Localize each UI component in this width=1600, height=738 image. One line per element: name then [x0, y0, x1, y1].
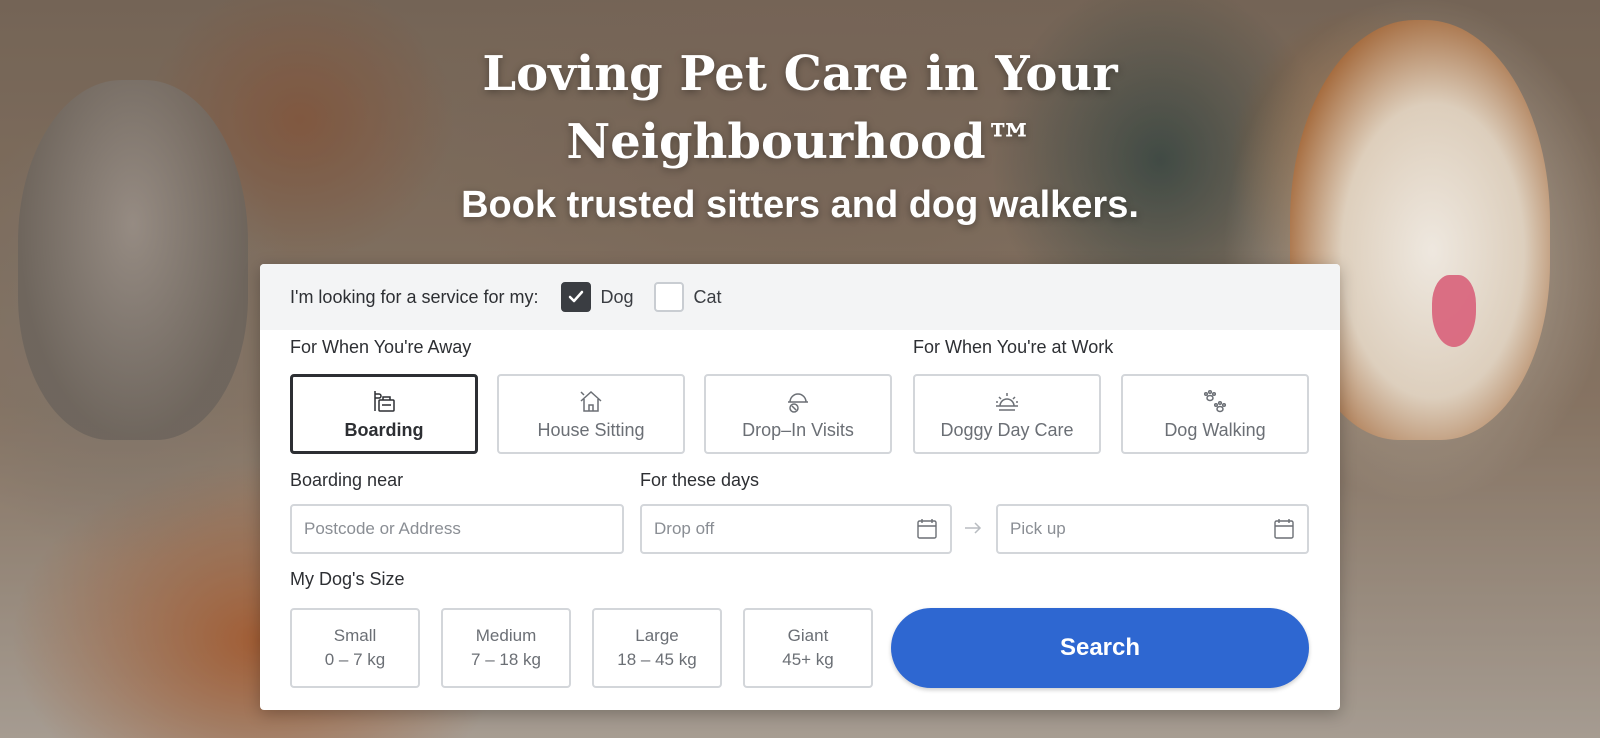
service-house-sitting-button[interactable]: House Sitting: [497, 374, 685, 454]
service-doggy-day-care-button[interactable]: Doggy Day Care: [913, 374, 1101, 454]
calendar-icon[interactable]: [916, 518, 938, 540]
drop-in-visits-icon: [788, 392, 808, 413]
arrow-right-icon: [965, 522, 982, 534]
work-services-heading: For When You're at Work: [913, 337, 1114, 357]
away-services-heading: For When You're Away: [290, 337, 472, 357]
pick-up-input[interactable]: [1010, 519, 1273, 539]
hero-heading: Loving Pet Care in Your Neighbourhood™ B…: [0, 40, 1600, 227]
pet-option-cat[interactable]: Cat: [653, 282, 722, 312]
service-house-sitting-label: House Sitting: [537, 419, 645, 440]
pet-type-bar: I'm looking for a service for my: Dog Ca…: [260, 264, 1340, 330]
sun-icon: [996, 392, 1018, 411]
search-button[interactable]: Search: [891, 608, 1309, 688]
size-medium-button[interactable]: Medium 7 – 18 kg: [441, 608, 571, 688]
hero-title: Loving Pet Care in Your Neighbourhood™: [482, 46, 1118, 170]
size-giant-button[interactable]: Giant 45+ kg: [743, 608, 873, 688]
dog-size-label: My Dog's Size: [290, 569, 405, 589]
dog-tongue: [1432, 275, 1476, 347]
pet-type-question: I'm looking for a service for my:: [290, 286, 539, 307]
service-drop-in-visits-button[interactable]: Drop–In Visits: [704, 374, 892, 454]
size-large-range: 18 – 45 kg: [617, 650, 697, 669]
calendar-icon[interactable]: [1273, 518, 1295, 540]
service-dog-walking-button[interactable]: Dog Walking: [1121, 374, 1309, 454]
boarding-icon: [374, 390, 395, 412]
pick-up-field[interactable]: [996, 504, 1309, 554]
size-giant-range: 45+ kg: [782, 650, 834, 669]
service-dog-walking-label: Dog Walking: [1164, 419, 1266, 440]
size-small-range: 0 – 7 kg: [324, 650, 386, 669]
house-sitting-icon: [580, 390, 602, 412]
location-input[interactable]: [304, 519, 610, 539]
location-label: Boarding near: [290, 470, 404, 490]
service-boarding-button[interactable]: Boarding: [290, 374, 478, 454]
dates-label: For these days: [640, 470, 760, 490]
location-field[interactable]: [290, 504, 624, 554]
size-large-button[interactable]: Large 18 – 45 kg: [592, 608, 722, 688]
dog-label: Dog: [600, 286, 634, 307]
pet-option-dog[interactable]: Dog: [560, 282, 634, 312]
service-drop-in-visits-label: Drop–In Visits: [742, 419, 854, 440]
search-form-card: I'm looking for a service for my: Dog Ca…: [260, 264, 1340, 710]
size-medium-range: 7 – 18 kg: [471, 650, 541, 669]
hero-subtitle: Book trusted sitters and dog walkers.: [461, 184, 1139, 226]
size-large-name: Large: [635, 626, 679, 645]
drop-off-input[interactable]: [654, 519, 916, 539]
size-medium-name: Medium: [475, 626, 537, 645]
service-doggy-day-care-label: Doggy Day Care: [940, 419, 1074, 440]
service-boarding-label: Boarding: [344, 419, 424, 440]
paw-icon: [1203, 389, 1227, 412]
size-small-button[interactable]: Small 0 – 7 kg: [290, 608, 420, 688]
size-giant-name: Giant: [787, 626, 829, 645]
cat-label: Cat: [693, 286, 722, 307]
size-small-name: Small: [333, 626, 377, 645]
dog-checkbox[interactable]: [560, 282, 591, 312]
drop-off-field[interactable]: [640, 504, 952, 554]
cat-checkbox[interactable]: [653, 282, 684, 312]
checkmark-icon: [568, 290, 583, 303]
